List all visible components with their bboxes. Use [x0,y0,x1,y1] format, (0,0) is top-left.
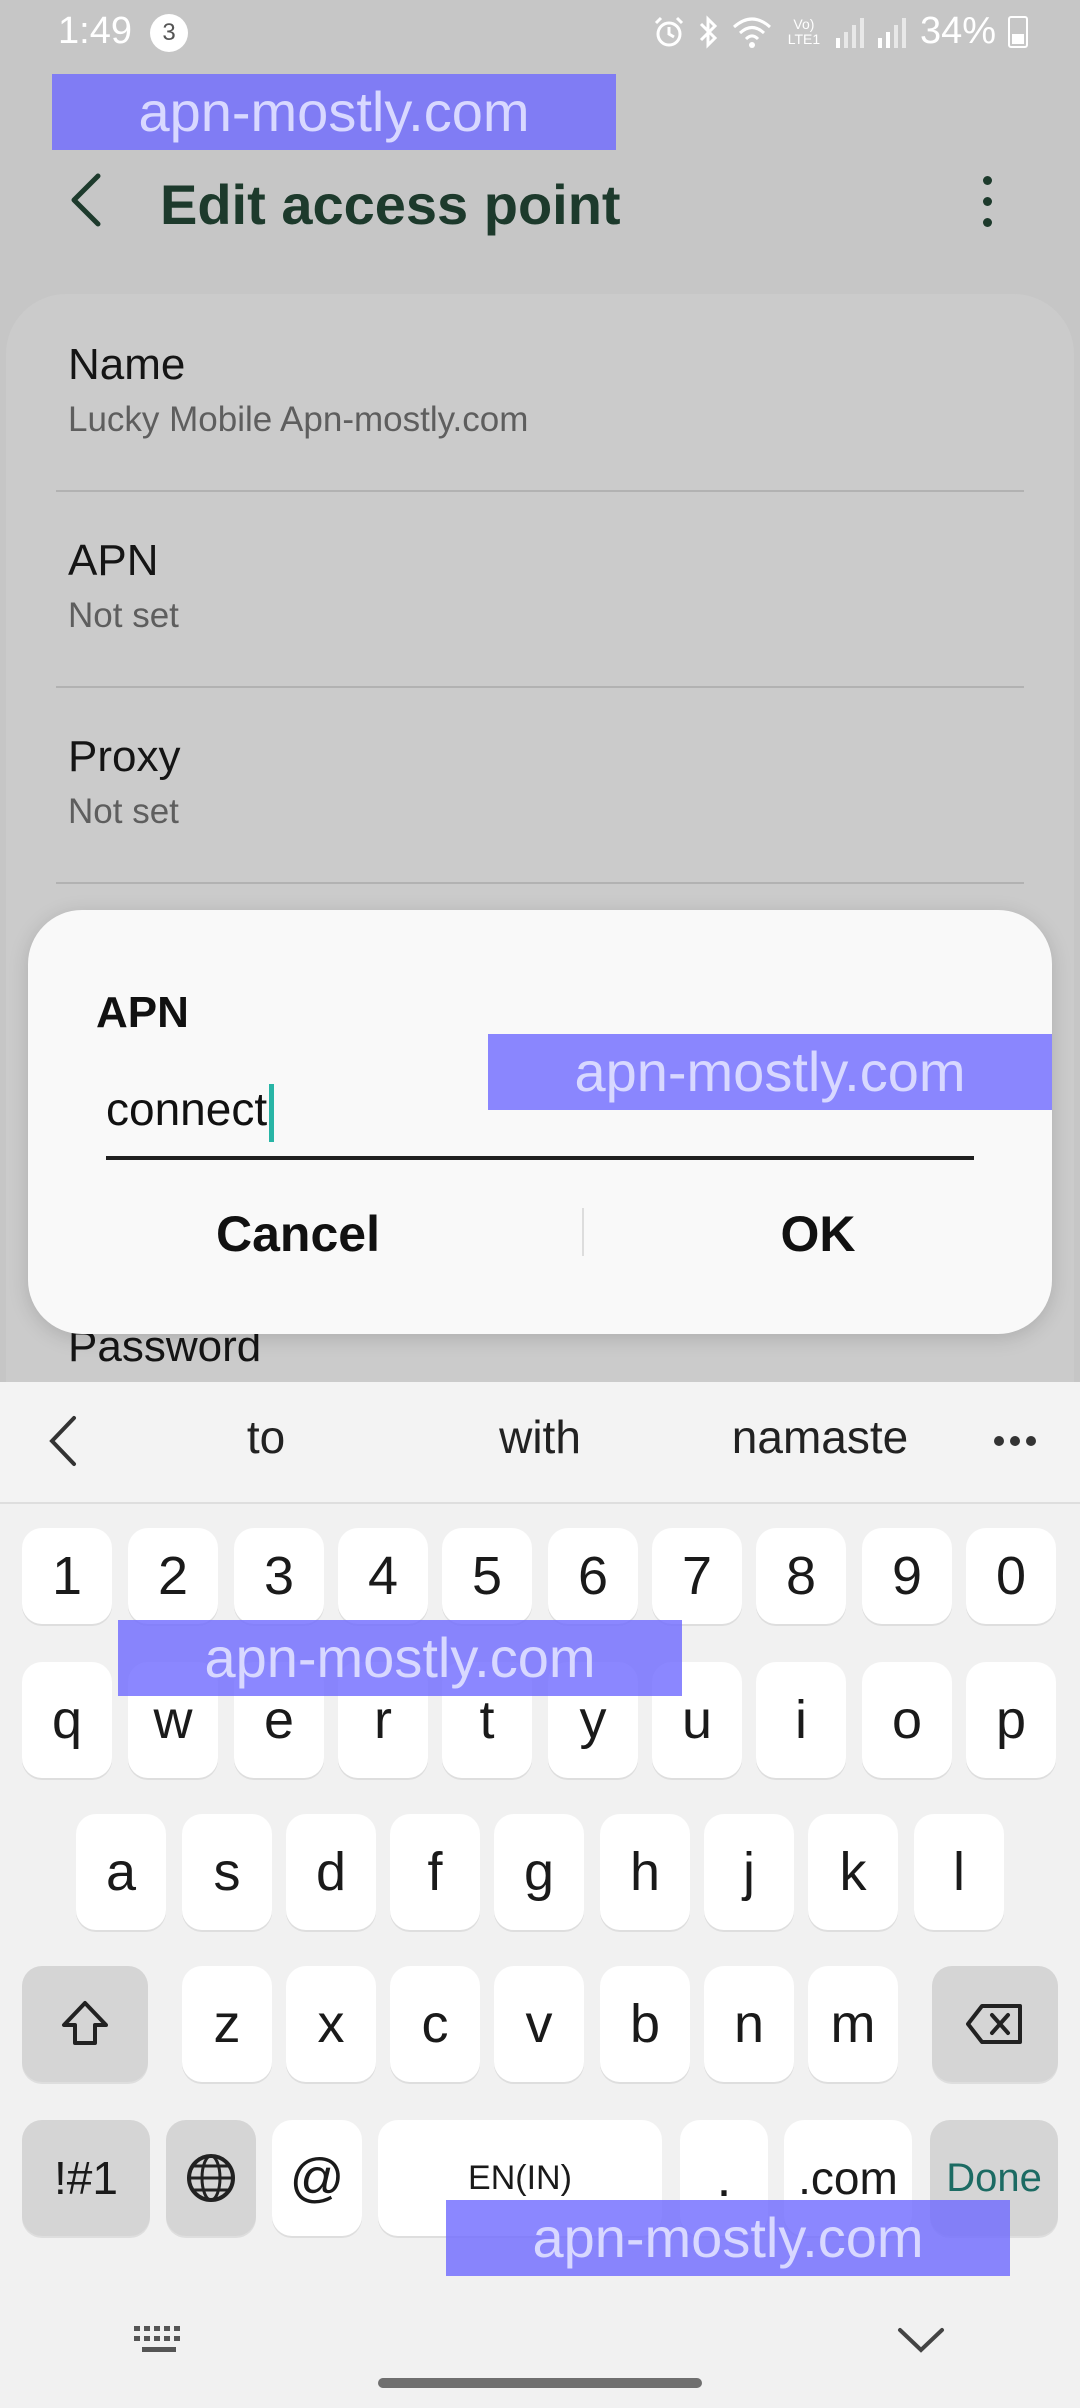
shift-icon [62,2001,108,2045]
shift-key[interactable] [22,1966,148,2082]
text-cursor [269,1083,275,1142]
home-indicator[interactable] [378,2378,702,2388]
key-7[interactable]: 7 [652,1528,742,1624]
setting-apn-value: Not set [68,596,179,635]
key-i[interactable]: i [756,1662,846,1778]
keyboard-hide-icon[interactable] [132,2322,188,2358]
signal-icon-2 [877,17,906,48]
dialog-title: APN [96,988,189,1037]
status-bar: 1:49 3 Vo) LTE1 34% [0,0,1080,66]
key-v[interactable]: v [494,1966,584,2082]
setting-item-apn[interactable]: APN Not set [68,536,179,636]
signal-icon-1 [835,17,864,48]
globe-icon [187,2154,235,2202]
suggestion-item[interactable]: namaste [690,1410,950,1464]
ok-button[interactable]: OK [688,1186,948,1282]
status-icons: Vo) LTE1 34% [652,10,1028,53]
suggestion-bar: to with namaste [0,1382,1080,1504]
key-n[interactable]: n [704,1966,794,2082]
key-h[interactable]: h [600,1814,690,1930]
setting-item-proxy[interactable]: Proxy Not set [68,732,180,832]
watermark-banner: apn-mostly.com [488,1034,1052,1110]
key-g[interactable]: g [494,1814,584,1930]
setting-name-title: Name [68,340,186,389]
key-d[interactable]: d [286,1814,376,1930]
divider [56,490,1024,492]
setting-item-name[interactable]: Name Lucky Mobile Apn-mostly.com [68,340,528,440]
watermark-banner: apn-mostly.com [118,1620,682,1696]
key-a[interactable]: a [76,1814,166,1930]
key-b[interactable]: b [600,1966,690,2082]
key-6[interactable]: 6 [548,1528,638,1624]
key-m[interactable]: m [808,1966,898,2082]
key-o[interactable]: o [862,1662,952,1778]
key-q[interactable]: q [22,1662,112,1778]
more-options-icon[interactable] [992,1434,1038,1448]
suggestion-item[interactable]: to [186,1410,346,1464]
key-1[interactable]: 1 [22,1528,112,1624]
key-c[interactable]: c [390,1966,480,2082]
key-f[interactable]: f [390,1814,480,1930]
divider [56,686,1024,688]
chevron-down-icon[interactable] [894,2322,948,2358]
more-options-icon[interactable] [978,176,996,232]
apn-dialog: APN connect Cancel OK [28,910,1052,1334]
key-0[interactable]: 0 [966,1528,1056,1624]
key-l[interactable]: l [914,1814,1004,1930]
key-k[interactable]: k [808,1814,898,1930]
key-8[interactable]: 8 [756,1528,846,1624]
backspace-key[interactable] [932,1966,1058,2082]
battery-percent: 34% [919,10,996,52]
key-x[interactable]: x [286,1966,376,2082]
setting-name-value: Lucky Mobile Apn-mostly.com [68,400,529,439]
setting-proxy-title: Proxy [68,732,181,781]
button-separator [582,1208,584,1256]
watermark-banner: apn-mostly.com [52,74,616,150]
key-p[interactable]: p [966,1662,1056,1778]
backspace-icon [966,2004,1022,2044]
notification-count-badge: 3 [150,14,188,52]
network-type-label: Vo) LTE1 [787,15,821,47]
page-title: Edit access point [160,173,621,236]
setting-apn-title: APN [68,536,159,585]
status-time: 1:49 [58,10,132,52]
key-j[interactable]: j [704,1814,794,1930]
language-key[interactable] [166,2120,256,2236]
watermark-banner: apn-mostly.com [446,2200,1010,2276]
setting-proxy-value: Not set [68,792,179,831]
key-3[interactable]: 3 [234,1528,324,1624]
suggestion-item[interactable]: with [440,1410,640,1464]
key-s[interactable]: s [182,1814,272,1930]
key-9[interactable]: 9 [862,1528,952,1624]
alarm-icon [654,16,683,46]
key-5[interactable]: 5 [442,1528,532,1624]
at-key[interactable]: @ [272,2120,362,2236]
key-2[interactable]: 2 [128,1528,218,1624]
back-arrow-icon[interactable] [66,170,106,230]
collapse-toolbar-icon[interactable] [48,1414,78,1468]
divider [56,882,1024,884]
bluetooth-icon [699,14,718,49]
apn-input-value: connect [106,1083,268,1135]
symbols-key[interactable]: !#1 [22,2120,150,2236]
key-4[interactable]: 4 [338,1528,428,1624]
key-z[interactable]: z [182,1966,272,2082]
wifi-icon [732,17,771,48]
cancel-button[interactable]: Cancel [158,1186,438,1282]
battery-icon [1008,15,1028,48]
